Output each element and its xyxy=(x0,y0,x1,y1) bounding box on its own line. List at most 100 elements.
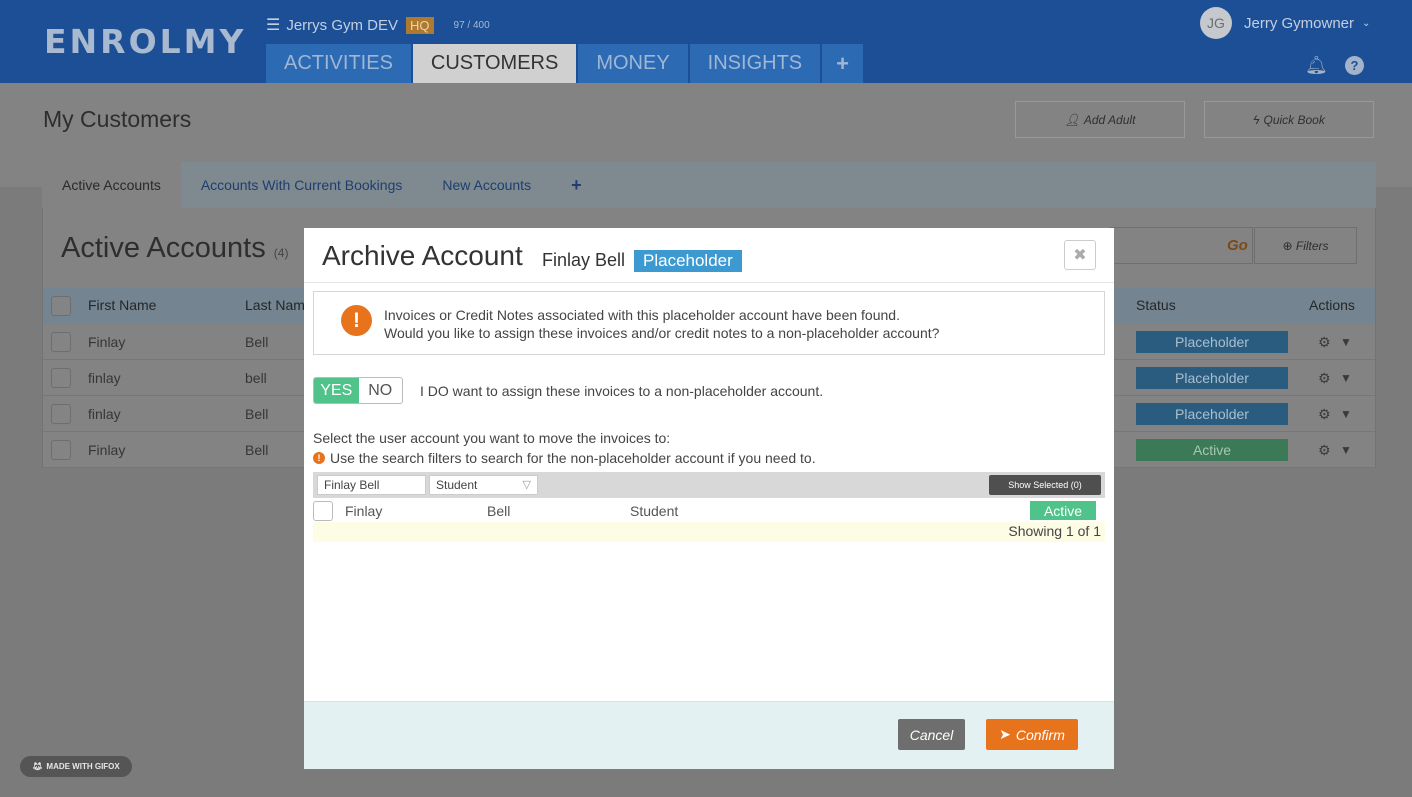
confirm-button[interactable]: ➤ Confirm xyxy=(986,719,1078,750)
add-adult-button[interactable]: 👤︎ Add Adult xyxy=(1015,101,1185,138)
toggle-yes[interactable]: YES xyxy=(314,378,359,403)
main-tabs: ACTIVITIES CUSTOMERS MONEY INSIGHTS + xyxy=(266,44,863,83)
name-search-input[interactable]: Finlay Bell xyxy=(317,475,426,495)
organization-switcher[interactable]: ☰ Jerrys Gym DEV HQ 97 / 400 xyxy=(266,15,490,35)
help-icon[interactable]: ? xyxy=(1345,56,1364,75)
status-badge: Active xyxy=(1136,439,1288,461)
quick-book-label: Quick Book xyxy=(1263,112,1325,127)
placeholder-badge: Placeholder xyxy=(634,250,742,272)
chevron-down-icon[interactable]: ▼ xyxy=(1340,443,1352,457)
table-row[interactable] xyxy=(313,498,1105,522)
subtab-new-accounts[interactable]: New Accounts xyxy=(422,162,551,208)
row-first-name: finlay xyxy=(88,406,121,422)
user-name[interactable]: Jerry Gymowner xyxy=(1244,15,1354,32)
org-name: Jerrys Gym DEV xyxy=(286,16,399,34)
pagination-row xyxy=(313,522,1105,542)
section-title: Active Accounts (4) xyxy=(61,232,288,265)
chevron-down-icon[interactable]: ▼ xyxy=(1340,407,1352,421)
subtab-active-accounts[interactable]: Active Accounts xyxy=(42,162,181,208)
user-menu[interactable]: JG Jerry Gymowner ⌄ xyxy=(1200,7,1370,39)
modal-title: Archive Account xyxy=(322,240,523,271)
divider xyxy=(304,282,1114,283)
go-button[interactable]: Go xyxy=(1227,237,1248,254)
column-status[interactable]: Status xyxy=(1136,297,1176,313)
fox-icon: 🦊︎ xyxy=(32,762,43,771)
row-checkbox[interactable] xyxy=(51,368,71,388)
row-checkbox[interactable] xyxy=(51,404,71,424)
tab-insights[interactable]: INSIGHTS xyxy=(689,44,821,83)
account-type-value: Student xyxy=(436,478,478,492)
tab-customers[interactable]: CUSTOMERS xyxy=(412,44,577,83)
close-button[interactable]: ✖ xyxy=(1064,240,1096,270)
alert-line-1: Invoices or Credit Notes associated with… xyxy=(384,307,900,323)
assign-invoices-toggle[interactable]: YES NO xyxy=(313,377,403,404)
tab-activities[interactable]: ACTIVITIES xyxy=(266,44,411,83)
filters-label: Filters xyxy=(1295,238,1329,253)
toggle-description: I DO want to assign these invoices to a … xyxy=(420,383,824,399)
alert-line-2: Would you like to assign these invoices … xyxy=(384,325,940,341)
show-selected-button[interactable]: Show Selected (0) xyxy=(989,475,1101,495)
gifox-watermark: 🦊︎ MADE WITH GIFOX xyxy=(20,756,132,777)
account-type-select[interactable]: Student ▽ xyxy=(429,475,538,495)
column-last-name[interactable]: Last Nam xyxy=(245,297,305,313)
chevron-down-icon[interactable]: ▼ xyxy=(1340,335,1352,349)
select-all-checkbox[interactable] xyxy=(51,296,71,316)
row-first-name: Finlay xyxy=(88,442,126,458)
gear-icon[interactable]: ⚙ xyxy=(1318,442,1331,459)
plus-circle-icon: ⊕ xyxy=(1282,238,1296,253)
chevron-down-icon: ▽ xyxy=(522,479,531,491)
account-subtabs: Active Accounts Accounts With Current Bo… xyxy=(42,162,1376,208)
status-badge: Placeholder xyxy=(1136,367,1288,389)
page-title: My Customers xyxy=(43,106,192,132)
select-account-label: Select the user account you want to move… xyxy=(313,430,671,446)
chevron-down-icon[interactable]: ▼ xyxy=(1340,371,1352,385)
enrolmy-logo[interactable]: ENROLMY xyxy=(44,22,246,61)
archive-account-modal: Archive Account Finlay Bell Placeholder … xyxy=(304,228,1114,769)
row-last-name: Bell xyxy=(245,334,269,350)
subtab-current-bookings[interactable]: Accounts With Current Bookings xyxy=(181,162,423,208)
alert-message: Invoices or Credit Notes associated with… xyxy=(384,306,939,342)
lightning-icon: ϟ xyxy=(1253,112,1260,127)
gear-icon[interactable]: ⚙ xyxy=(1318,334,1331,351)
close-icon: ✖ xyxy=(1073,247,1087,264)
hq-badge: HQ xyxy=(406,16,434,34)
hint-text: Use the search filters to search for the… xyxy=(330,450,816,466)
result-type: Student xyxy=(630,503,679,519)
gear-icon[interactable]: ⚙ xyxy=(1318,370,1331,387)
quick-book-button[interactable]: ϟ Quick Book xyxy=(1204,101,1374,138)
column-actions: Actions xyxy=(1309,297,1355,313)
warning-icon: ! xyxy=(341,305,372,336)
tab-add-button[interactable]: + xyxy=(822,44,863,83)
row-last-name: bell xyxy=(245,370,267,386)
row-checkbox[interactable] xyxy=(313,501,333,521)
column-first-name[interactable]: First Name xyxy=(88,297,156,313)
chevron-right-icon: ➤ xyxy=(999,726,1011,742)
add-adult-label: Add Adult xyxy=(1083,112,1136,127)
tab-money[interactable]: MONEY xyxy=(578,44,688,83)
add-user-icon: 👤︎ xyxy=(1064,112,1080,127)
bell-icon[interactable]: 🔔︎ xyxy=(1305,55,1328,76)
filters-button[interactable]: ⊕ Filters xyxy=(1254,227,1357,264)
result-count: Showing 1 of 1 xyxy=(1008,523,1101,539)
section-title-text: Active Accounts xyxy=(61,232,266,264)
info-icon: ! xyxy=(313,452,325,464)
confirm-label: Confirm xyxy=(1015,726,1065,743)
gear-icon[interactable]: ⚙ xyxy=(1318,406,1331,423)
chevron-down-icon[interactable]: ⌄ xyxy=(1362,18,1370,29)
warning-alert: ! Invoices or Credit Notes associated wi… xyxy=(313,291,1105,355)
row-first-name: Finlay xyxy=(88,334,126,350)
status-badge: Placeholder xyxy=(1136,331,1288,353)
result-last-name: Bell xyxy=(487,503,511,519)
menu-icon[interactable]: ☰ xyxy=(266,15,280,35)
row-checkbox[interactable] xyxy=(51,332,71,352)
org-usage-count: 97 / 400 xyxy=(453,19,490,31)
subtab-add-button[interactable]: + xyxy=(551,162,602,208)
toggle-no[interactable]: NO xyxy=(359,378,403,403)
row-checkbox[interactable] xyxy=(51,440,71,460)
row-first-name: finlay xyxy=(88,370,121,386)
row-last-name: Bell xyxy=(245,406,269,422)
section-count: (4) xyxy=(273,246,289,260)
cancel-button[interactable]: Cancel xyxy=(898,719,965,750)
avatar[interactable]: JG xyxy=(1200,7,1232,39)
result-first-name: Finlay xyxy=(345,503,383,519)
